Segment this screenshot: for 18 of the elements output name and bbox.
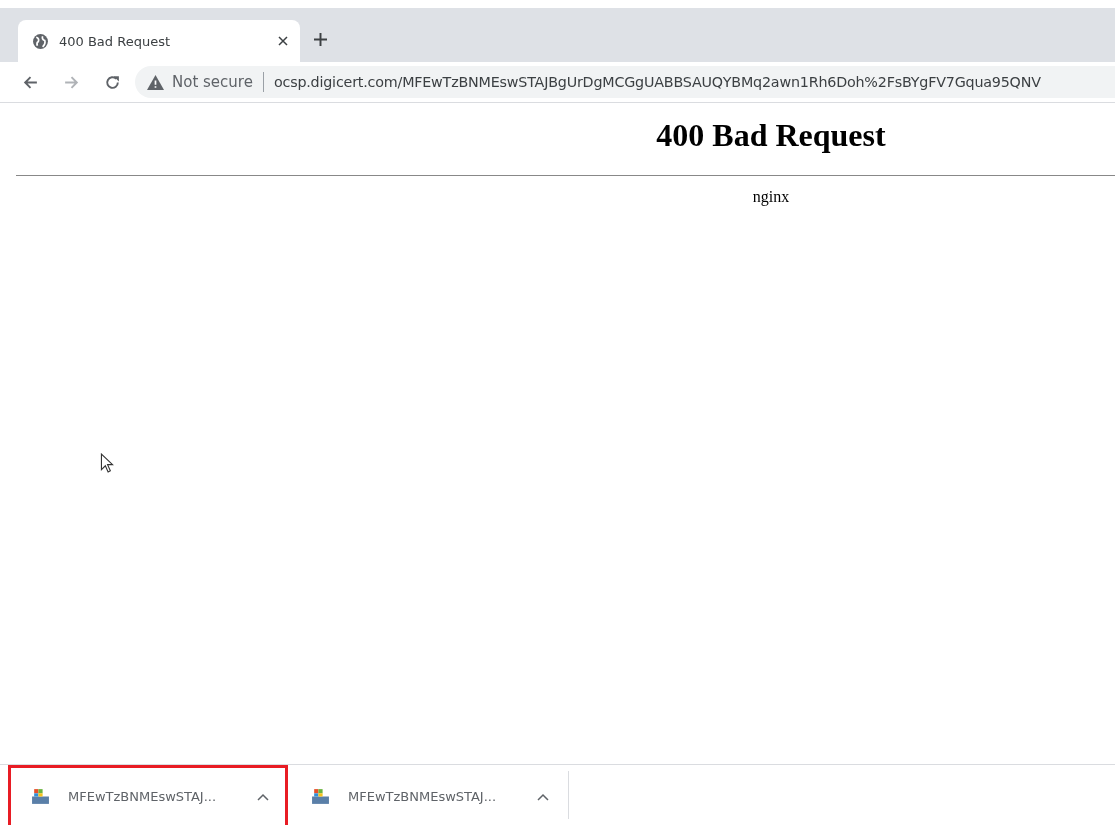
- reload-icon[interactable]: [104, 73, 121, 91]
- browser-tab[interactable]: 400 Bad Request: [18, 20, 300, 62]
- server-name: nginx: [752, 188, 790, 205]
- file-icon: [311, 787, 330, 806]
- new-tab-icon[interactable]: [314, 32, 327, 46]
- page-heading: 400 Bad Request: [655, 117, 887, 154]
- caret-icon[interactable]: [537, 792, 549, 801]
- warning-icon: [147, 74, 164, 90]
- download-item[interactable]: MFEwTzBNMEswSTAJ...: [288, 765, 568, 825]
- file-icon: [31, 787, 50, 806]
- close-icon[interactable]: [278, 36, 288, 46]
- url-text: ocsp.digicert.com/MFEwTzBNMEswSTAJBgUrDgMCGgUABBSAUQYBMq2awn1Rh6Doh%2FsBYgFV7Gqua95QNV: [273, 74, 1041, 90]
- download-item[interactable]: MFEwTzBNMEswSTAJ...: [8, 765, 288, 825]
- address-bar[interactable]: Not secure ocsp.digicert.com/MFEwTzBNMEswSTAJBgUrDgMCGgUABBSAUQYBMq2awn1Rh6Doh%2FsBYgFV7Gqua95QNV: [135, 66, 1115, 98]
- mouse-cursor-icon: [100, 453, 114, 473]
- globe-icon: [32, 32, 49, 50]
- caret-icon[interactable]: [257, 792, 269, 801]
- security-label: Not secure: [172, 73, 253, 91]
